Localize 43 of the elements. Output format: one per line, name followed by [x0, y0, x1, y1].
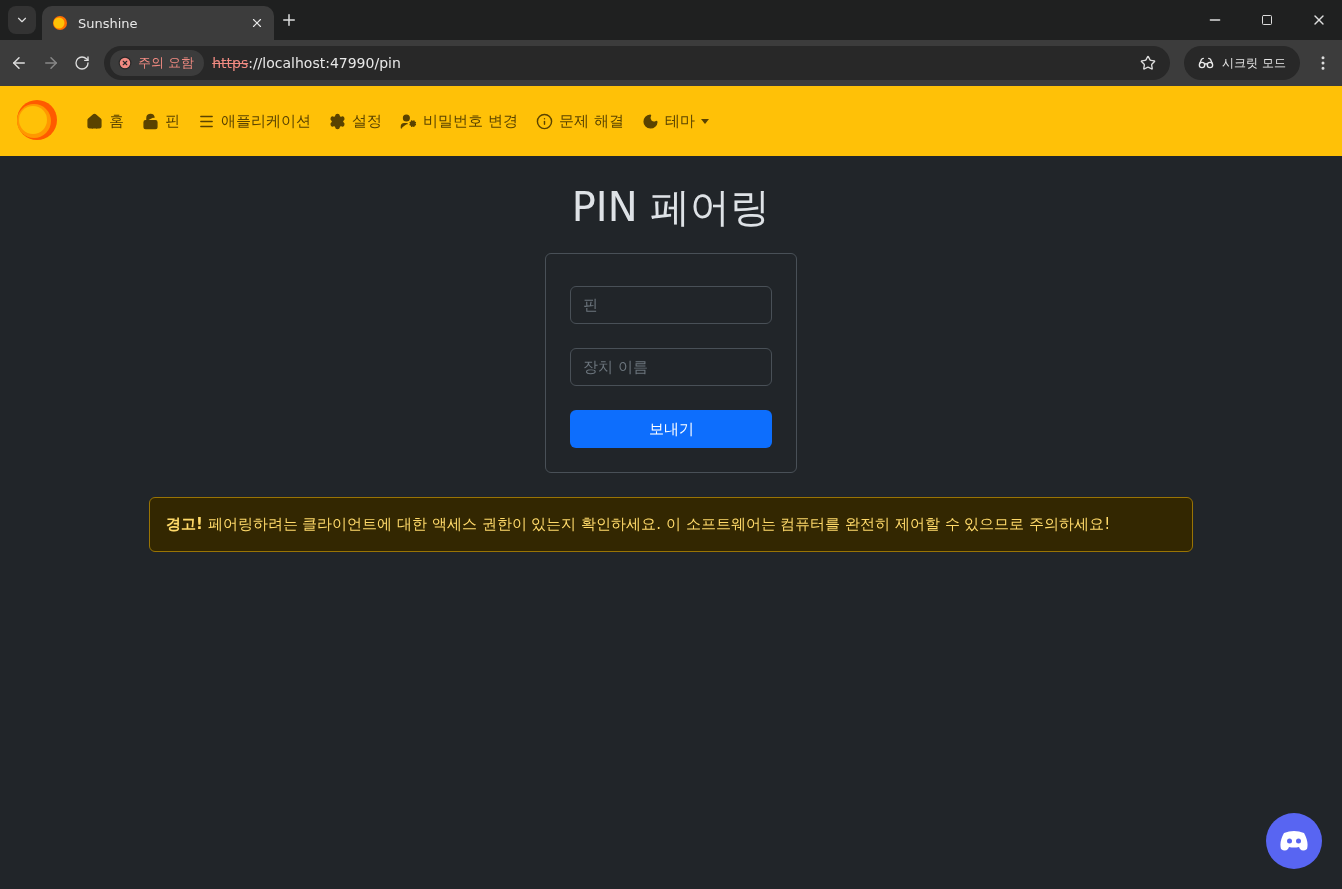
security-chip[interactable]: 주의 요함 — [110, 50, 205, 76]
new-tab-icon[interactable] — [280, 11, 298, 29]
forward-icon[interactable] — [42, 54, 60, 72]
sunshine-logo-icon — [52, 15, 68, 31]
input-field[interactable]: 장치 이름 — [570, 348, 772, 386]
back-icon[interactable] — [10, 54, 28, 72]
nav-label: 홈 — [109, 111, 124, 131]
nav-link[interactable]: 핀 — [142, 111, 180, 131]
incognito-chip[interactable]: 시크릿 모드 — [1184, 46, 1300, 80]
close-icon[interactable] — [250, 16, 264, 30]
page-title: PIN 페어링 — [571, 183, 771, 232]
nav-link[interactable]: 테마 — [641, 111, 709, 131]
bookmark-star-icon[interactable] — [1140, 55, 1157, 71]
nav-link[interactable]: 문제 해결 — [535, 111, 624, 131]
caret-icon — [700, 118, 709, 124]
settings-icon — [329, 112, 346, 130]
incognito-icon — [1198, 55, 1215, 71]
warning-alert: 경고! 페어링하려는 클라이언트에 대한 액세스 권한이 있는지 확인하세요. 이 소프트웨어는 컴퓨터를 완전히 제어할 수 있으므로 주의하세요! — [149, 497, 1193, 552]
send-button[interactable]: 보내기 — [570, 410, 772, 448]
error-icon — [118, 56, 132, 70]
nav-label: 문제 해결 — [558, 111, 624, 131]
nav-label: 비밀번호 변경 — [423, 111, 518, 131]
reload-icon[interactable] — [74, 55, 90, 71]
maximize-icon[interactable] — [1261, 14, 1273, 26]
url-text: https://localhost:47990/pin — [212, 55, 402, 71]
moon-icon — [641, 112, 659, 130]
input-field[interactable]: 핀 — [570, 286, 772, 324]
controller-face-icon — [1279, 830, 1309, 852]
info-icon — [535, 112, 553, 130]
nav-label: 핀 — [165, 111, 180, 131]
user-icon — [400, 112, 417, 130]
nav-label: 테마 — [664, 111, 695, 131]
nav-link[interactable]: 홈 — [86, 111, 124, 131]
padlock-icon — [142, 112, 159, 130]
nav-link[interactable]: 애플리케이션 — [198, 111, 311, 131]
nav-label: 애플리케이션 — [221, 111, 311, 131]
address-bar[interactable]: 주의 요함 https://localhost:47990/pin — [104, 46, 1171, 80]
browser-tab[interactable]: Sunshine — [42, 6, 274, 40]
nav-link[interactable]: 설정 — [329, 111, 382, 131]
home-icon — [86, 112, 103, 130]
nav-label: 설정 — [352, 111, 382, 131]
chat-button[interactable] — [1266, 813, 1322, 869]
nav-link[interactable]: 비밀번호 변경 — [400, 111, 518, 131]
